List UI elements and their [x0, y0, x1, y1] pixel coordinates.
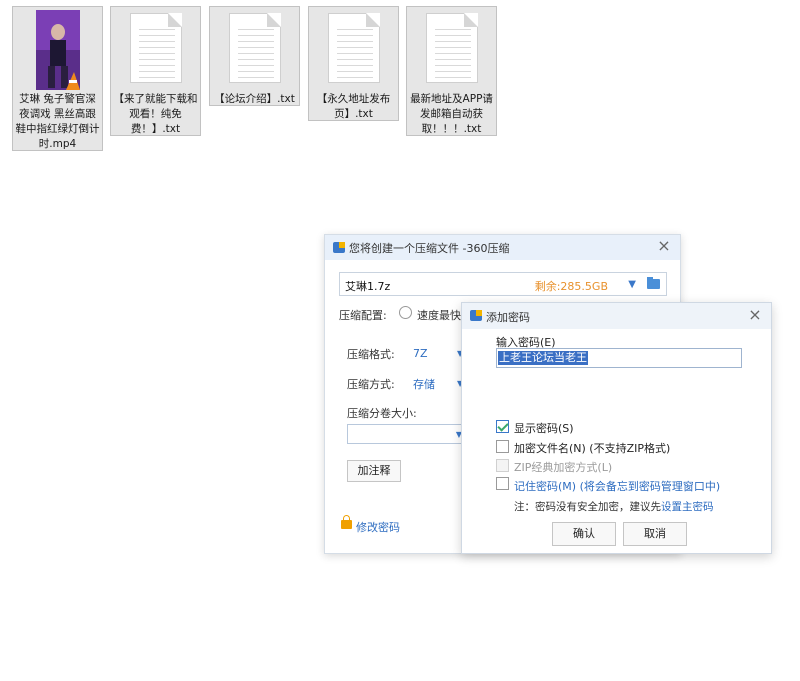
text-file-icon: [327, 13, 380, 83]
remember-password-checkbox[interactable]: [496, 477, 509, 490]
method-label: 压缩方式:: [347, 378, 395, 391]
zip-classic-label: ZIP经典加密方式(L): [514, 461, 613, 474]
format-select[interactable]: 7Z: [413, 347, 428, 360]
archive-path-input[interactable]: 艾琳1.7z 剩余:285.5GB ▼: [339, 272, 667, 296]
lock-icon: [341, 515, 352, 529]
dialog-title: 添加密码: [486, 311, 530, 324]
close-icon[interactable]: ×: [656, 238, 672, 254]
file-item-txt-1[interactable]: 【来了就能下载和观看！纯免费！】.txt: [110, 6, 201, 136]
remember-password-label[interactable]: 记住密码(M) (将会备忘到密码管理窗口中): [514, 478, 720, 494]
text-file-icon: [228, 13, 281, 83]
archive-filename: 艾琳1.7z: [345, 280, 391, 293]
zip-classic-checkbox: [496, 459, 509, 472]
security-note-text: 注：密码没有安全加密，建议先: [514, 501, 661, 513]
encrypt-filenames-label[interactable]: 加密文件名(N) (不支持ZIP格式): [514, 440, 670, 456]
file-item-txt-4[interactable]: 最新地址及APP请发邮箱自动获取！！！.txt: [406, 6, 497, 136]
file-item-txt-2[interactable]: 【论坛介绍】.txt: [209, 6, 300, 106]
set-master-password-link[interactable]: 设置主密码: [661, 501, 714, 513]
password-input[interactable]: 上老王论坛当老王: [496, 348, 742, 368]
dialog-titlebar: 您将创建一个压缩文件 -360压缩 ×: [325, 235, 680, 260]
add-password-dialog: 添加密码 × 输入密码(E) 上老王论坛当老王 显示密码(S) 加密文件名(N)…: [461, 302, 772, 554]
speed-radio[interactable]: [399, 306, 412, 319]
file-name: 最新地址及APP请发邮箱自动获取！！！.txt: [410, 93, 493, 135]
file-name: 【来了就能下载和观看！纯免费！】.txt: [113, 93, 198, 135]
split-size-label: 压缩分卷大小:: [347, 407, 417, 420]
add-comment-button[interactable]: 加注释: [347, 460, 401, 482]
free-space-label: 剩余:285.5GB: [534, 280, 608, 293]
app-360zip-icon: [470, 310, 482, 321]
folder-icon[interactable]: [647, 277, 660, 289]
file-name: 艾琳 兔子警官深夜调戏 黑丝高跟鞋中指红绿灯倒计时.mp4: [15, 93, 100, 150]
dialog-titlebar: 添加密码 ×: [462, 303, 771, 329]
show-password-checkbox[interactable]: [496, 420, 509, 433]
text-file-icon: [129, 13, 182, 83]
file-name: 【论坛介绍】.txt: [214, 93, 295, 105]
config-label: 压缩配置:: [339, 309, 387, 322]
close-icon[interactable]: ×: [747, 307, 763, 323]
app-360zip-icon: [333, 242, 345, 253]
split-size-input[interactable]: ▼: [347, 424, 467, 444]
show-password-label[interactable]: 显示密码(S): [514, 420, 574, 436]
encrypt-filenames-checkbox[interactable]: [496, 440, 509, 453]
text-file-icon: [425, 13, 478, 83]
file-item-video[interactable]: 艾琳 兔子警官深夜调戏 黑丝高跟鞋中指红绿灯倒计时.mp4: [12, 6, 103, 151]
cancel-button[interactable]: 取消: [623, 522, 687, 546]
chevron-down-icon[interactable]: ▼: [628, 279, 636, 290]
video-thumbnail: [35, 10, 80, 90]
speed-option-label[interactable]: 速度最快: [417, 307, 461, 323]
password-value: 上老王论坛当老王: [498, 351, 588, 365]
dialog-title: 您将创建一个压缩文件 -360压缩: [349, 242, 510, 255]
file-name: 【永久地址发布页】.txt: [316, 93, 391, 120]
method-select[interactable]: 存储: [413, 376, 435, 392]
format-label: 压缩格式:: [347, 348, 395, 361]
security-note: 注：密码没有安全加密，建议先设置主密码: [514, 499, 714, 514]
file-item-txt-3[interactable]: 【永久地址发布页】.txt: [308, 6, 399, 121]
ok-button[interactable]: 确认: [552, 522, 616, 546]
change-password-link[interactable]: 修改密码: [356, 519, 400, 535]
